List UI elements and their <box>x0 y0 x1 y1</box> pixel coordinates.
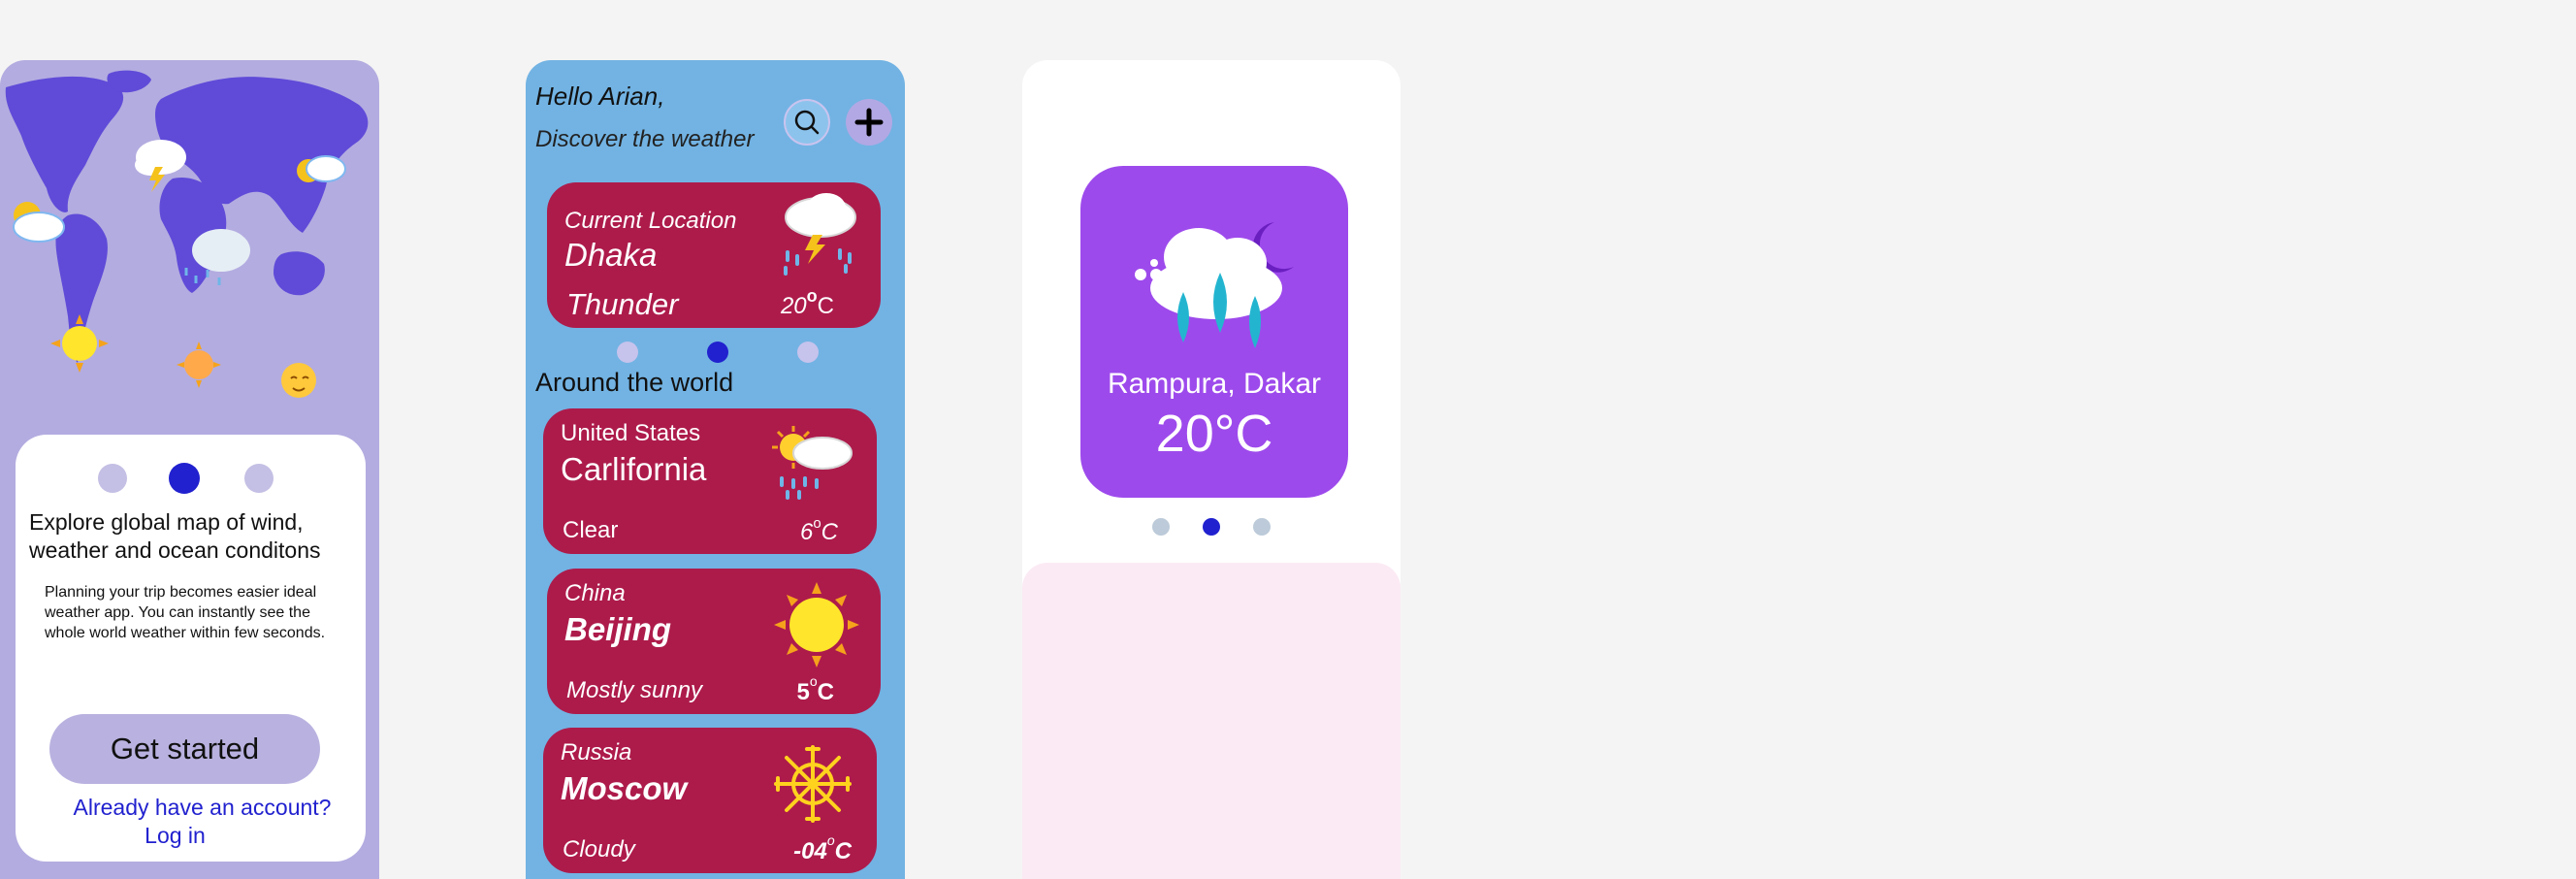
get-started-button[interactable]: Get started <box>49 714 320 784</box>
condition-label: Clear <box>563 517 619 543</box>
city-card[interactable]: Russia Moscow Cloudy -04oC <box>543 728 877 873</box>
detail-temperature: 20°C <box>1155 405 1273 463</box>
condition-label: Cloudy <box>563 836 635 863</box>
night-rain-icon <box>1135 222 1294 348</box>
sun-cloud-rain-icon <box>772 426 853 500</box>
current-city: Dhaka <box>564 237 658 273</box>
temperature: -04oC <box>793 832 852 864</box>
snowflake-sun-icon <box>774 745 852 823</box>
page-indicator <box>526 340 905 365</box>
page-dot-active[interactable] <box>169 463 200 494</box>
greeting: Hello Arian, <box>535 81 665 111</box>
weather-detail-tile[interactable]: Rampura, Dakar 20°C <box>1080 166 1348 498</box>
condition-label: Mostly sunny <box>566 677 703 703</box>
city-card[interactable]: China Beijing Mostly sunny 5oC <box>547 569 881 714</box>
city-card[interactable]: United States Carlifornia Clear 6oC <box>543 408 877 554</box>
account-prompt-link[interactable]: Already have an account? <box>27 795 377 821</box>
page-dot-active[interactable] <box>1203 518 1220 536</box>
page-dot[interactable] <box>98 464 127 493</box>
current-location-label: Current Location <box>564 208 737 234</box>
country-label: China <box>564 580 626 606</box>
detail-bottom-panel <box>1022 563 1401 879</box>
temperature: 6oC <box>799 515 838 545</box>
search-button[interactable] <box>784 99 830 146</box>
onboarding-description: Planning your trip becomes easier ideal … <box>45 584 326 641</box>
page-indicator <box>16 460 366 494</box>
onboarding-card: Explore global map of wind, weather and … <box>16 435 366 862</box>
onboarding-headline: Explore global map of wind, weather and … <box>29 509 321 563</box>
login-link[interactable]: Log in <box>0 823 350 849</box>
add-location-button[interactable] <box>846 99 892 146</box>
section-title: Around the world <box>535 368 734 397</box>
page-dot-active[interactable] <box>707 342 728 363</box>
temperature: 5oC <box>796 673 835 705</box>
thunderstorm-icon <box>784 193 856 276</box>
sun-icon <box>50 314 109 373</box>
subtitle: Discover the weather <box>535 126 755 152</box>
detail-screen: Rampura, Dakar 20°C <box>1022 60 1401 879</box>
page-dot[interactable] <box>1253 518 1271 536</box>
page-indicator <box>1022 516 1401 539</box>
dashboard-screen: Hello Arian, Discover the weather Curren… <box>526 60 905 879</box>
page-dot[interactable] <box>617 342 638 363</box>
current-condition: Thunder <box>566 287 679 321</box>
country-label: Russia <box>561 739 632 765</box>
current-location-card[interactable]: Current Location Dhaka Thunder 20oC <box>547 182 881 328</box>
city-name: Moscow <box>561 770 688 806</box>
page-dot[interactable] <box>797 342 819 363</box>
country-label: United States <box>561 420 701 446</box>
city-name: Beijing <box>564 611 672 647</box>
sun-icon <box>774 582 859 667</box>
onboarding-screen: Explore global map of wind, weather and … <box>0 60 379 879</box>
current-temperature: 20oC <box>780 286 834 319</box>
sun-icon <box>177 342 221 388</box>
search-icon <box>794 110 820 135</box>
page-dot[interactable] <box>1152 518 1170 536</box>
city-name: Carlifornia <box>561 451 707 487</box>
plus-icon <box>854 108 884 137</box>
page-dot[interactable] <box>244 464 274 493</box>
sun-cloud-icon <box>297 155 346 182</box>
world-map-illustration <box>5 70 369 398</box>
detail-location: Rampura, Dakar <box>1107 368 1322 400</box>
smiling-sun-icon <box>281 363 316 398</box>
